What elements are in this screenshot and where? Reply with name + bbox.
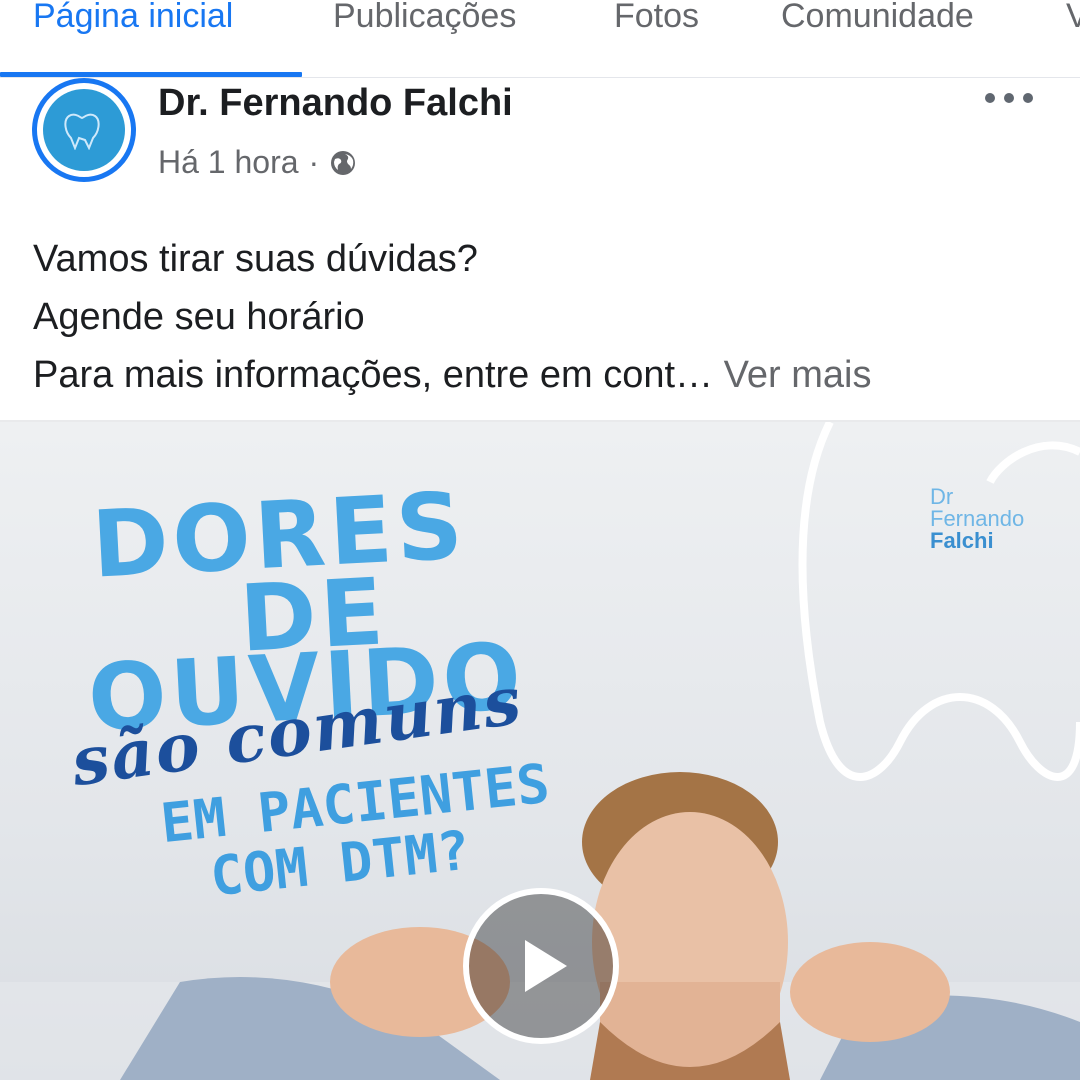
post-text-truncated: Para mais informações, entre em cont…: [33, 354, 714, 396]
tab-home[interactable]: Página inicial: [33, 0, 233, 78]
brand-logo: Dr Fernando Falchi: [930, 486, 1024, 552]
see-more-link[interactable]: Ver mais: [724, 354, 872, 396]
tab-photos[interactable]: Fotos: [614, 0, 699, 78]
author-name[interactable]: Dr. Fernando Falchi: [158, 82, 513, 125]
more-options-icon[interactable]: [985, 88, 1033, 108]
avatar-logo: [43, 89, 125, 171]
author-avatar[interactable]: [32, 78, 136, 182]
post-timestamp[interactable]: Há 1 hora: [158, 144, 299, 181]
tooth-logo-icon: [64, 113, 100, 150]
post-text-line: Vamos tirar suas dúvidas?: [33, 238, 478, 280]
post-body: Vamos tirar suas dúvidas? Agende seu hor…: [33, 230, 1053, 404]
tab-community[interactable]: Comunidade: [781, 0, 974, 78]
play-button[interactable]: [463, 888, 619, 1044]
globe-icon: [331, 150, 356, 175]
play-icon: [525, 940, 567, 992]
meta-separator: ·: [308, 144, 320, 180]
post-text-line: Para mais informações, entre em cont… Ve…: [33, 346, 1053, 404]
post-video-thumbnail[interactable]: DORES DE OUVIDO são comuns EM PACIENTES …: [0, 422, 1080, 1080]
post-meta: Há 1 hora ·: [158, 144, 357, 181]
tab-next-partial[interactable]: V: [1066, 0, 1080, 78]
tab-posts[interactable]: Publicações: [333, 0, 516, 78]
post-text-line: Agende seu horário: [33, 296, 365, 338]
page-tab-bar: Página inicial Publicações Fotos Comunid…: [0, 0, 1080, 78]
active-tab-indicator: [0, 72, 302, 77]
brand-line: Falchi: [930, 528, 994, 553]
